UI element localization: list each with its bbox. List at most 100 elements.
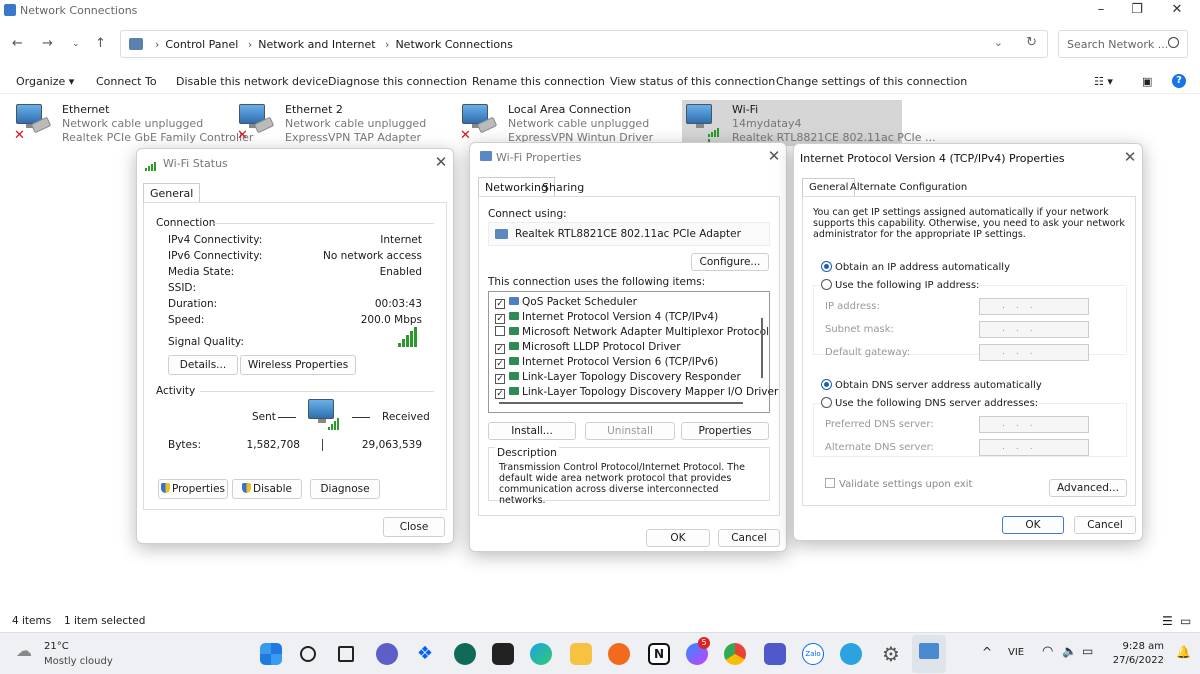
language-indicator[interactable]: VIE bbox=[1008, 647, 1024, 658]
checkbox[interactable]: ✓ bbox=[495, 344, 505, 354]
gitkraken-icon[interactable] bbox=[454, 643, 476, 665]
disable-device-button[interactable]: Disable this network device bbox=[176, 75, 328, 88]
adapter-wifi[interactable]: Wi-Fi 14mydatay4 Realtek RTL8821CE 802.1… bbox=[682, 100, 936, 150]
view-status-button[interactable]: View status of this connection bbox=[610, 75, 775, 88]
breadcrumb-network-connections[interactable]: Network Connections bbox=[395, 38, 512, 51]
clock-time[interactable]: 9:28 am bbox=[1108, 641, 1164, 652]
start-icon[interactable] bbox=[260, 643, 282, 665]
connect-to-button[interactable]: Connect To bbox=[96, 75, 157, 88]
wireless-properties-button[interactable]: Wireless Properties bbox=[240, 355, 356, 375]
adapter-ethernet[interactable]: ✕ Ethernet Network cable unplugged Realt… bbox=[14, 100, 253, 146]
checkbox[interactable] bbox=[495, 326, 505, 336]
address-dropdown-icon[interactable]: ⌄ bbox=[994, 36, 1003, 49]
status-properties-button[interactable]: Properties bbox=[158, 479, 228, 499]
clock-date[interactable]: 27/6/2022 bbox=[1104, 655, 1164, 666]
soundcloud-icon[interactable] bbox=[608, 643, 630, 665]
diagnose-button[interactable]: Diagnose bbox=[310, 479, 380, 499]
list-hscrollbar[interactable] bbox=[499, 402, 743, 404]
alternate-dns-field[interactable]: ... bbox=[979, 439, 1089, 456]
advanced-button[interactable]: Advanced... bbox=[1049, 479, 1127, 497]
change-settings-button[interactable]: Change settings of this connection bbox=[776, 75, 967, 88]
weather-temp[interactable]: 21°C bbox=[44, 641, 69, 652]
adapter-local-area-connection[interactable]: ✕ Local Area Connection Network cable un… bbox=[460, 100, 682, 146]
recent-dropdown-icon[interactable]: ⌄ bbox=[72, 39, 80, 49]
edge-icon[interactable] bbox=[530, 643, 552, 665]
help-icon[interactable]: ? bbox=[1172, 74, 1186, 88]
preview-pane-icon[interactable]: ▣ bbox=[1142, 75, 1152, 88]
chat-icon[interactable] bbox=[376, 643, 398, 665]
close-window-button[interactable]: ✕ bbox=[1160, 0, 1194, 22]
task-view-icon[interactable] bbox=[338, 646, 354, 662]
list-item[interactable]: ✓ Microsoft LLDP Protocol Driver bbox=[495, 341, 681, 354]
install-button[interactable]: Install... bbox=[488, 422, 576, 440]
tab-general[interactable]: General bbox=[143, 183, 201, 203]
up-arrow-icon[interactable]: ↑ bbox=[95, 36, 106, 51]
notion-icon[interactable]: N bbox=[648, 643, 670, 665]
address-box[interactable]: › Control Panel › Network and Internet › Ne… bbox=[120, 30, 1048, 58]
breadcrumb-network-internet[interactable]: Network and Internet bbox=[258, 38, 375, 51]
list-scrollbar[interactable] bbox=[761, 318, 763, 378]
rename-connection-button[interactable]: Rename this connection bbox=[472, 75, 605, 88]
breadcrumb-control-panel[interactable]: Control Panel bbox=[165, 38, 238, 51]
checkbox[interactable]: ✓ bbox=[495, 374, 505, 384]
dropbox-icon[interactable]: ❖ bbox=[414, 643, 436, 665]
subnet-mask-field[interactable]: ... bbox=[979, 321, 1089, 338]
wifi-tray-icon[interactable]: ◠ bbox=[1042, 644, 1053, 659]
chevron-up-icon[interactable]: ^ bbox=[982, 645, 992, 659]
back-arrow-icon[interactable]: ← bbox=[12, 36, 23, 51]
maximize-button[interactable]: ❐ bbox=[1120, 0, 1154, 22]
notifications-icon[interactable]: 🔔 bbox=[1176, 645, 1191, 659]
item-properties-button[interactable]: Properties bbox=[681, 422, 769, 440]
telegram-icon[interactable] bbox=[840, 643, 862, 665]
settings-gear-icon[interactable]: ⚙ bbox=[880, 643, 902, 665]
preferred-dns-field[interactable]: ... bbox=[979, 416, 1089, 433]
file-explorer-icon[interactable] bbox=[570, 643, 592, 665]
teams-icon[interactable] bbox=[764, 643, 786, 665]
organize-menu[interactable]: Organize ▾ bbox=[16, 75, 74, 88]
list-item[interactable]: ✓ Internet Protocol Version 6 (TCP/IPv6) bbox=[495, 356, 718, 369]
tab-alternate-configuration[interactable]: Alternate Configuration bbox=[844, 179, 973, 196]
refresh-icon[interactable]: ↻ bbox=[1026, 35, 1037, 50]
list-item[interactable]: ✓ QoS Packet Scheduler bbox=[495, 296, 637, 309]
props-cancel-button[interactable]: Cancel bbox=[718, 529, 780, 547]
uninstall-button[interactable]: Uninstall bbox=[585, 422, 675, 440]
details-view-icon[interactable]: ☰ bbox=[1162, 614, 1173, 628]
items-list[interactable]: ✓ QoS Packet Scheduler ✓ Internet Protocol… bbox=[488, 291, 778, 413]
search-icon[interactable] bbox=[300, 646, 316, 662]
tab-sharing[interactable]: Sharing bbox=[536, 178, 590, 197]
validate-checkbox[interactable]: Validate settings upon exit bbox=[825, 478, 972, 490]
obtain-dns-radio[interactable]: Obtain DNS server address automatically bbox=[821, 379, 1042, 391]
use-dns-radio[interactable]: Use the following DNS server addresses: bbox=[821, 397, 1039, 409]
adapter-ethernet-2[interactable]: ✕ Ethernet 2 Network cable unplugged Exp… bbox=[237, 100, 459, 146]
diagnose-connection-button[interactable]: Diagnose this connection bbox=[328, 75, 467, 88]
checkbox[interactable]: ✓ bbox=[495, 314, 505, 324]
checkbox[interactable]: ✓ bbox=[495, 389, 505, 399]
list-item[interactable]: ✓ Link-Layer Topology Discovery Responder bbox=[495, 371, 741, 384]
network-connections-taskbar-item[interactable] bbox=[912, 635, 946, 673]
ipv4-cancel-button[interactable]: Cancel bbox=[1074, 516, 1136, 534]
search-input[interactable]: Search Network ... bbox=[1058, 30, 1188, 58]
props-ok-button[interactable]: OK bbox=[646, 529, 710, 547]
configure-button[interactable]: Configure... bbox=[691, 253, 769, 271]
close-icon[interactable]: ✕ bbox=[431, 153, 451, 171]
details-button[interactable]: Details... bbox=[168, 355, 238, 375]
battery-icon[interactable]: ▭ bbox=[1082, 644, 1093, 658]
zalo-icon[interactable]: Zalo bbox=[802, 643, 824, 665]
close-icon[interactable]: ✕ bbox=[1120, 148, 1140, 166]
forward-arrow-icon[interactable]: → bbox=[42, 36, 53, 51]
checkbox[interactable]: ✓ bbox=[495, 299, 505, 309]
weather-desc[interactable]: Mostly cloudy bbox=[44, 656, 113, 667]
ipv4-ok-button[interactable]: OK bbox=[1002, 516, 1064, 534]
use-ip-radio[interactable]: Use the following IP address: bbox=[821, 279, 980, 291]
list-item[interactable]: ✓ Internet Protocol Version 4 (TCP/IPv4) bbox=[495, 311, 718, 324]
status-close-button[interactable]: Close bbox=[383, 517, 445, 537]
volume-icon[interactable]: 🔈 bbox=[1062, 644, 1077, 658]
chrome-icon[interactable] bbox=[724, 643, 746, 665]
list-item[interactable]: Microsoft Network Adapter Multiplexor Pr… bbox=[495, 326, 769, 338]
default-gateway-field[interactable]: ... bbox=[979, 344, 1089, 361]
disable-button[interactable]: Disable bbox=[232, 479, 302, 499]
view-options-icon[interactable]: ☷ ▾ bbox=[1094, 75, 1113, 88]
close-icon[interactable]: ✕ bbox=[764, 147, 784, 165]
minimize-button[interactable]: – bbox=[1084, 0, 1118, 22]
checkbox[interactable]: ✓ bbox=[495, 359, 505, 369]
